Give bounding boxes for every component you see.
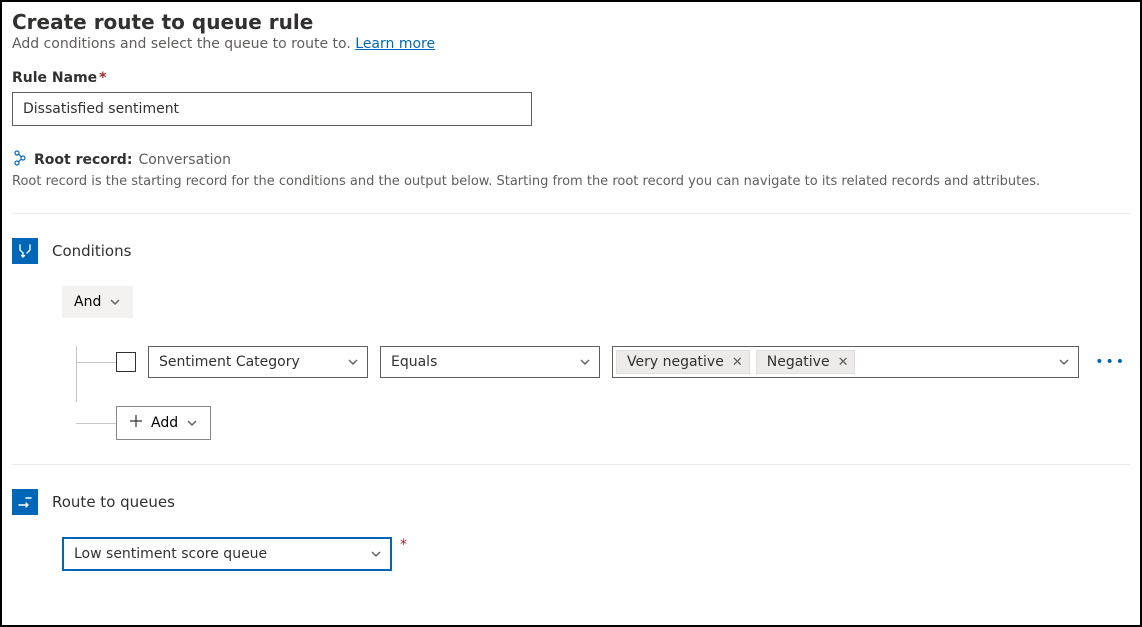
page-subtitle: Add conditions and select the queue to r… [12,36,1130,52]
conditions-title: Conditions [52,242,131,260]
chevron-down-icon [186,417,198,429]
attribute-select[interactable]: Sentiment Category [148,346,368,378]
route-icon [12,489,38,515]
add-condition-button[interactable]: Add [116,406,211,440]
chevron-down-icon [347,356,359,368]
values-select[interactable]: Very negative ✕ Negative ✕ [612,346,1079,378]
root-record-label: Root record: [34,152,132,168]
chip-label: Negative [767,354,830,370]
operator-select[interactable]: Equals [380,346,600,378]
divider [12,464,1130,465]
root-record-value: Conversation [138,152,231,168]
row-more-button[interactable]: ••• [1091,350,1130,374]
subtitle-text: Add conditions and select the queue to r… [12,36,355,52]
value-chip: Negative ✕ [756,350,856,374]
route-queue-value: Low sentiment score queue [74,546,267,562]
rule-name-input[interactable] [12,92,532,126]
required-asterisk: * [400,537,407,553]
chevron-down-icon [109,296,121,308]
group-operator-label: And [74,294,101,310]
plus-icon [129,414,143,432]
route-title: Route to queues [52,493,175,511]
page-title: Create route to queue rule [12,10,1130,34]
conditions-icon [12,238,38,264]
chip-remove-icon[interactable]: ✕ [838,355,849,370]
attribute-value: Sentiment Category [159,354,300,370]
condition-checkbox[interactable] [116,352,136,372]
chevron-down-icon [370,548,382,560]
value-chip: Very negative ✕ [616,350,750,374]
chevron-down-icon [579,356,591,368]
operator-value: Equals [391,354,437,370]
chevron-down-icon [1058,356,1070,368]
rule-name-label: Rule Name* [12,70,1130,86]
add-label: Add [151,415,178,431]
add-row: Add [116,406,1130,440]
required-asterisk: * [99,70,106,86]
chip-label: Very negative [627,354,724,370]
route-queue-select[interactable]: Low sentiment score queue [62,537,392,571]
root-record-help: Root record is the starting record for t… [12,174,1130,189]
chip-remove-icon[interactable]: ✕ [732,355,743,370]
divider [12,213,1130,214]
condition-row: Sentiment Category Equals Very negative … [116,346,1130,378]
group-operator-button[interactable]: And [62,286,133,318]
learn-more-link[interactable]: Learn more [355,36,435,52]
root-record-icon [12,150,28,170]
